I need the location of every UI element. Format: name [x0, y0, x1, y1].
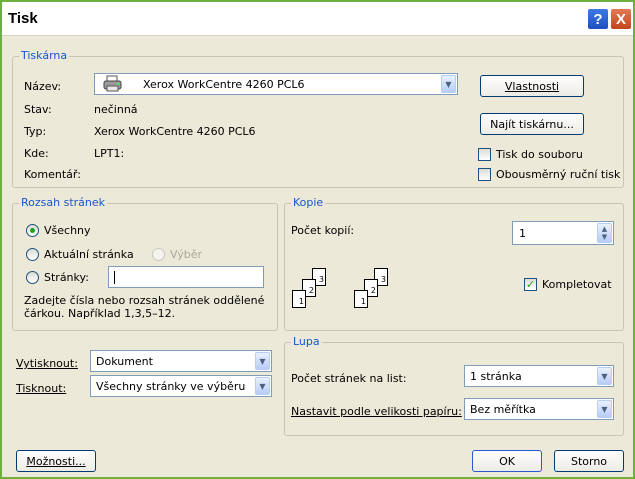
ok-button[interactable]: OK	[472, 450, 542, 472]
all-pages-radio[interactable]	[26, 224, 39, 237]
pages-per-sheet-select[interactable]: 1 stránka ▼	[464, 365, 614, 387]
all-pages-label[interactable]: Všechny	[44, 224, 91, 237]
printer-name-value: Xerox WorkCentre 4260 PCL6	[143, 78, 305, 91]
close-button[interactable]: X	[610, 8, 632, 30]
print-to-file-checkbox[interactable]	[478, 148, 491, 161]
cancel-button[interactable]: Storno	[554, 450, 624, 472]
manual-duplex-checkbox[interactable]	[478, 168, 491, 181]
zoom-legend: Lupa	[291, 335, 322, 348]
help-icon: ?	[593, 10, 603, 28]
selection-radio	[152, 248, 165, 261]
where-label: Kde:	[24, 147, 49, 160]
title-bar[interactable]: Tisk ? X	[2, 2, 633, 36]
printer-name-select[interactable]: Xerox WorkCentre 4260 PCL6 ▼	[94, 73, 458, 95]
find-printer-button[interactable]: Najít tiskárnu...	[480, 113, 584, 135]
pages-label[interactable]: Stránky:	[44, 271, 89, 284]
help-button[interactable]: ?	[587, 8, 609, 30]
chevron-down-icon[interactable]: ▼	[255, 352, 270, 370]
printer-name-label: Název:	[24, 80, 62, 93]
page-range-legend: Rozsah stránek	[19, 196, 108, 209]
pages-per-sheet-label: Počet stránek na list:	[291, 372, 407, 385]
spinner-icon[interactable]: ▲ ▼	[597, 223, 612, 243]
scale-label: Nastavit podle velikosti papíru:	[291, 405, 462, 418]
checkmark-icon: ✓	[525, 278, 536, 291]
copies-count-label: Počet kopií:	[291, 224, 355, 237]
collate-label[interactable]: Kompletovat	[542, 278, 612, 291]
window-title: Tisk	[8, 10, 38, 27]
pages-radio[interactable]	[26, 271, 39, 284]
copies-count-spinner[interactable]: 1 ▲ ▼	[512, 221, 614, 245]
print-what-label: Vytisknout:	[16, 357, 78, 370]
zoom-group: Lupa	[284, 335, 624, 436]
scale-select[interactable]: Bez měřítka ▼	[464, 398, 614, 420]
close-icon: X	[615, 10, 626, 28]
print-to-file-label[interactable]: Tisk do souboru	[496, 148, 583, 161]
chevron-down-icon[interactable]: ▼	[255, 377, 270, 395]
chevron-down-icon[interactable]: ▼	[597, 400, 612, 418]
options-button[interactable]: Možnosti...	[16, 450, 96, 472]
collate-checkbox[interactable]: ✓	[524, 278, 537, 291]
print-select[interactable]: Všechny stránky ve výběru ▼	[90, 375, 272, 397]
selection-label: Výběr	[170, 248, 203, 261]
where-value: LPT1:	[94, 147, 125, 160]
pages-input[interactable]	[108, 266, 264, 288]
printer-icon	[103, 75, 123, 93]
status-label: Stav:	[24, 103, 52, 116]
current-page-radio[interactable]	[26, 248, 39, 261]
print-what-select[interactable]: Dokument ▼	[90, 350, 272, 372]
page-thumb: 1	[354, 290, 368, 308]
chevron-down-icon[interactable]: ▼	[597, 367, 612, 385]
status-value: nečinná	[94, 103, 138, 116]
copies-legend: Kopie	[291, 196, 326, 209]
text-cursor	[114, 271, 115, 284]
manual-duplex-label[interactable]: Obousměrný ruční tisk	[496, 168, 620, 181]
page-thumb: 1	[292, 290, 306, 308]
type-label: Typ:	[24, 125, 47, 138]
properties-button[interactable]: Vlastnosti	[480, 75, 584, 97]
current-page-label[interactable]: Aktuální stránka	[44, 248, 134, 261]
print-dialog: Tisk ? X Tiskárna Název: Xerox WorkCentr…	[0, 0, 635, 479]
type-value: Xerox WorkCentre 4260 PCL6	[94, 125, 256, 138]
page-range-hint: Zadejte čísla nebo rozsah stránek odděle…	[24, 294, 265, 320]
print-label: Tisknout:	[16, 382, 67, 395]
copies-count-value: 1	[519, 227, 526, 240]
chevron-down-icon[interactable]: ▼	[441, 75, 456, 93]
comment-label: Komentář:	[24, 168, 81, 181]
printer-legend: Tiskárna	[19, 49, 70, 62]
